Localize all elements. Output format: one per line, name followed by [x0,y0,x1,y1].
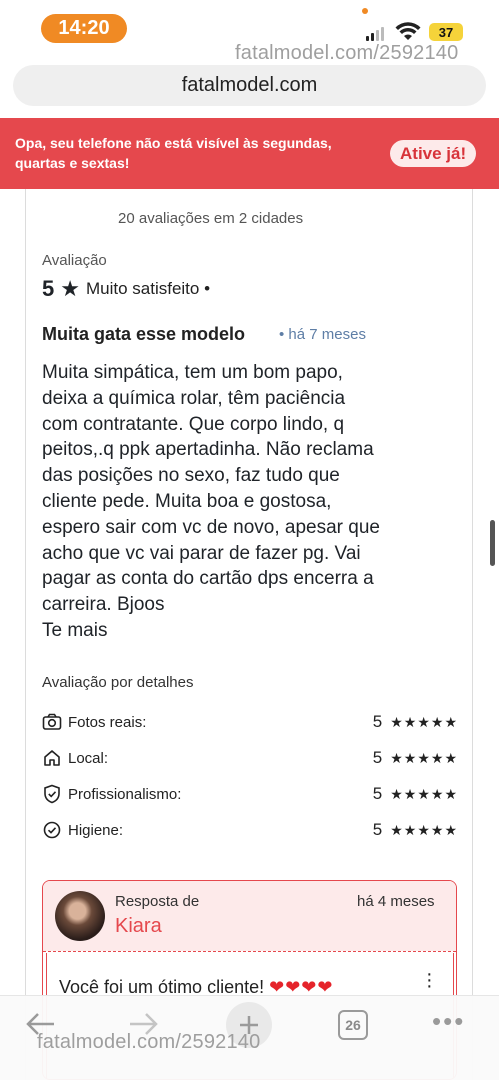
detail-label: Local: [68,749,109,767]
reply-divider [43,951,456,952]
reply-message: Você foi um ótimo cliente! [59,977,265,997]
detail-stars: ★★★★★ [390,713,458,730]
cellular-signal-icon [366,25,384,41]
detail-score: 5 [372,748,383,767]
rating-text: Muito satisfeito • [85,279,211,298]
reply-label: Resposta de [115,893,200,910]
reply-time: há 4 meses [357,893,435,910]
rating-label: Avaliação [42,252,107,269]
wifi-icon [395,22,421,40]
watermark-bottom: fatalmodel.com/2592140 [37,1031,261,1053]
camera-check-icon [42,712,62,732]
shield-check-icon [42,784,62,804]
star-icon: ★ [60,276,80,301]
activate-now-button[interactable]: Ative já! [390,140,477,167]
detail-stars: ★★★★★ [390,821,458,838]
watermark-top: fatalmodel.com/2592140 [235,42,459,64]
detail-row-local: Local: 5 ★★★★★ [42,747,458,769]
detail-stars: ★★★★★ [390,749,458,766]
home-icon [42,748,62,768]
address-bar[interactable]: fatalmodel.com [13,65,486,106]
detail-label: Fotos reais: [68,713,147,731]
check-circle-icon [42,820,62,840]
detail-label: Profissionalismo: [68,785,182,803]
detail-score: 5 [372,820,383,839]
status-time: 14:20 [41,14,127,43]
detail-stars: ★★★★★ [390,785,458,802]
more-menu-icon[interactable]: ••• [432,1008,465,1034]
battery-icon: 37 [429,23,463,41]
tabs-count-button[interactable]: 26 [338,1010,368,1040]
privacy-indicator-dot [362,8,368,14]
avatar[interactable] [55,891,105,941]
overall-rating: 5 ★ Muito satisfeito • [42,276,210,302]
reviewer-summary: 20 avaliações em 2 cidades [118,210,304,227]
scrollbar[interactable] [490,520,495,566]
detail-score: 5 [372,712,383,731]
reply-author-name[interactable]: Kiara [115,915,162,938]
alert-message: Opa, seu telefone não está visível às se… [15,135,332,171]
review-title: Muita gata esse modelo [42,324,246,344]
rating-value: 5 [42,276,55,301]
detail-row-profissionalismo: Profissionalismo: 5 ★★★★★ [42,783,458,805]
hearts-emoji: ❤❤❤❤ [269,977,334,997]
detail-row-fotos-reais: Fotos reais: 5 ★★★★★ [42,711,458,733]
review-time: • há 7 meses [279,326,366,343]
phone-visibility-alert: Opa, seu telefone não está visível às se… [0,118,499,189]
review-body: Muita simpática, tem um bom papo, deixa … [42,362,380,641]
detail-row-higiene: Higiene: 5 ★★★★★ [42,819,458,841]
detail-score: 5 [372,784,383,803]
more-options-icon[interactable]: · · · [426,964,433,996]
detail-label: Higiene: [68,821,124,839]
details-title: Avaliação por detalhes [42,674,194,691]
